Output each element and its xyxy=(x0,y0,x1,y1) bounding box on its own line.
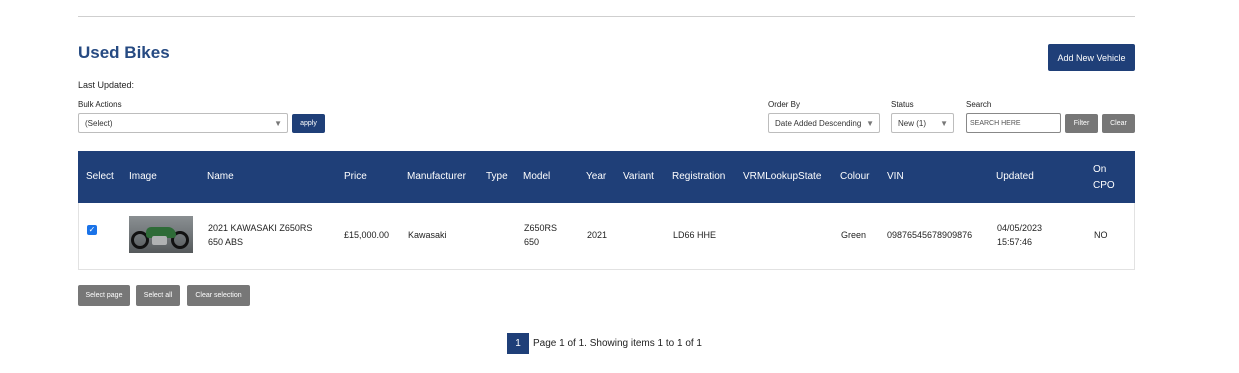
column-header-manufacturer[interactable]: Manufacturer xyxy=(407,171,466,182)
search-placeholder: SEARCH HERE xyxy=(970,119,1021,127)
order-by-label: Order By xyxy=(768,100,801,109)
bulk-actions-label: Bulk Actions xyxy=(78,100,122,109)
pager-summary: Page 1 of 1. Showing items 1 to 1 of 1 xyxy=(533,338,702,349)
column-header-name[interactable]: Name xyxy=(207,171,234,182)
column-header-type[interactable]: Type xyxy=(486,171,508,182)
column-header-image[interactable]: Image xyxy=(129,171,157,182)
vin-cell: 09876545678909876 xyxy=(887,230,973,240)
chevron-down-icon: ▼ xyxy=(866,119,874,128)
column-header-colour[interactable]: Colour xyxy=(840,171,869,182)
column-header-select[interactable]: Select xyxy=(86,171,114,182)
row-select-checkbox[interactable]: ✓ xyxy=(87,225,97,235)
status-label: Status xyxy=(891,100,914,109)
vehicles-table: Select Image Name Price Manufacturer Typ… xyxy=(78,151,1135,270)
colour-cell: Green xyxy=(841,230,867,240)
bulk-actions-select[interactable]: (Select) ▼ xyxy=(78,113,288,133)
search-label: Search xyxy=(966,100,992,109)
column-header-price[interactable]: Price xyxy=(344,171,367,182)
clear-selection-button[interactable]: Clear selection xyxy=(187,285,250,306)
bulk-actions-value: (Select) xyxy=(85,118,113,128)
column-header-model[interactable]: Model xyxy=(523,171,550,182)
clear-button[interactable]: Clear xyxy=(1102,114,1135,133)
filter-button[interactable]: Filter xyxy=(1065,114,1098,133)
order-by-select[interactable]: Date Added Descending ▼ xyxy=(768,113,880,133)
page-title: Used Bikes xyxy=(78,43,170,62)
vehicle-name-link[interactable]: 2021 KAWASAKI Z650RS 650 ABS xyxy=(208,221,326,249)
price-cell: £15,000.00 xyxy=(344,230,390,240)
registration-cell: LD66 HHE xyxy=(673,230,717,240)
table-row: ✓ 2021 KAWASAKI Z650RS 650 ABS £15,000.0… xyxy=(78,203,1135,270)
status-value: New (1) xyxy=(898,118,927,128)
page-1-button[interactable]: 1 xyxy=(507,333,529,354)
column-header-vrm-lookup-state[interactable]: VRMLookupState xyxy=(743,171,821,182)
column-header-on-cpo[interactable]: On CPO xyxy=(1093,162,1115,194)
column-header-vin[interactable]: VIN xyxy=(887,171,904,182)
model-cell: Z650RS 650 xyxy=(524,223,558,247)
on-cpo-cell: NO xyxy=(1094,230,1108,240)
column-header-variant[interactable]: Variant xyxy=(623,171,654,182)
add-new-vehicle-button[interactable]: Add New Vehicle xyxy=(1048,44,1135,71)
apply-button[interactable]: apply xyxy=(292,114,325,133)
chevron-down-icon: ▼ xyxy=(274,119,282,128)
search-input[interactable]: SEARCH HERE xyxy=(966,113,1061,133)
updated-cell: 04/05/2023 15:57:46 xyxy=(997,223,1043,247)
last-updated-label: Last Updated: xyxy=(78,80,135,90)
column-header-updated[interactable]: Updated xyxy=(996,171,1034,182)
select-all-button[interactable]: Select all xyxy=(136,285,180,306)
manufacturer-cell: Kawasaki xyxy=(408,230,447,240)
column-header-registration[interactable]: Registration xyxy=(672,171,725,182)
vehicle-thumbnail[interactable] xyxy=(129,216,193,253)
column-header-year[interactable]: Year xyxy=(586,171,606,182)
order-by-value: Date Added Descending xyxy=(775,118,862,128)
status-select[interactable]: New (1) ▼ xyxy=(891,113,954,133)
engine-shape xyxy=(152,236,167,245)
year-cell: 2021 xyxy=(587,230,608,240)
chevron-down-icon: ▼ xyxy=(940,119,948,128)
select-page-button[interactable]: Select page xyxy=(78,285,130,306)
table-header: Select Image Name Price Manufacturer Typ… xyxy=(78,151,1135,203)
top-divider xyxy=(78,16,1135,17)
